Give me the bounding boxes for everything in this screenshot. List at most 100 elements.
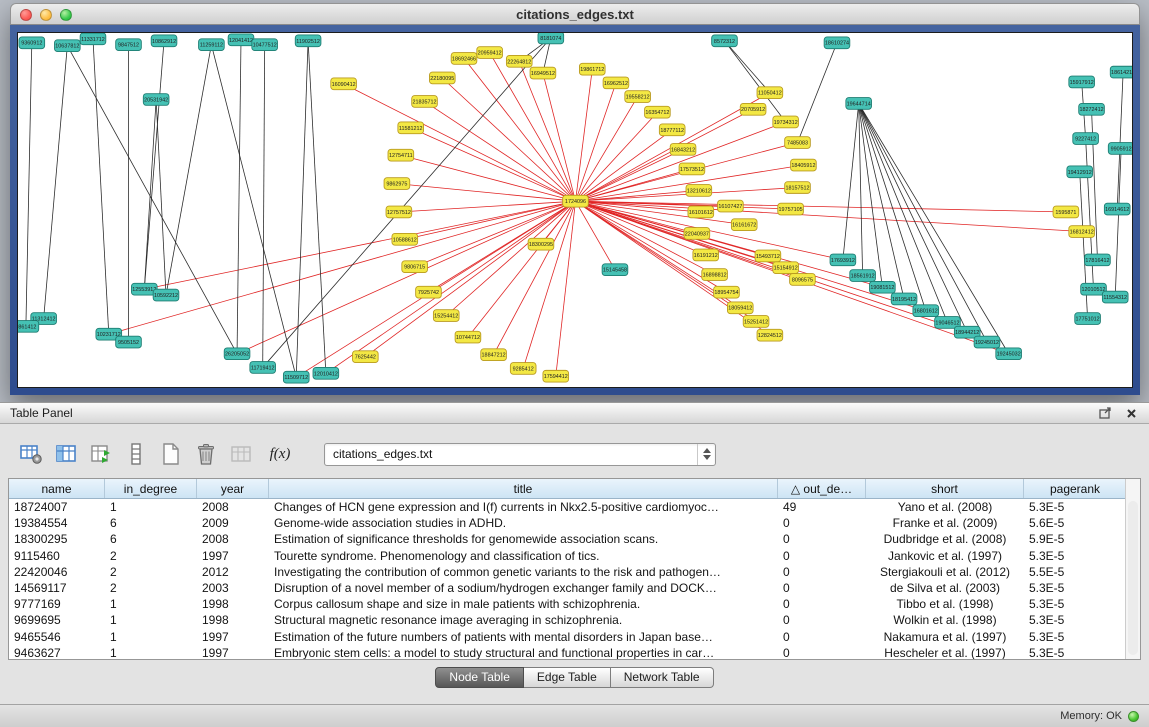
show-columns-icon[interactable] — [53, 441, 79, 467]
edit-columns-icon[interactable] — [88, 441, 114, 467]
graph-node[interactable]: 18847212 — [481, 349, 507, 361]
graph-node[interactable]: 16090412 — [331, 78, 357, 90]
graph-node[interactable]: 19412912 — [1067, 166, 1093, 178]
graph-node[interactable]: 10862912 — [151, 35, 177, 47]
table-row[interactable]: 1938455462009Genome-wide association stu… — [9, 515, 1140, 531]
graph-node[interactable]: 16914612 — [1104, 203, 1130, 215]
table-row[interactable]: 1872400712008Changes of HCN gene express… — [9, 499, 1140, 515]
table-row[interactable]: 946554611997Estimation of the future num… — [9, 629, 1140, 645]
column-header[interactable]: title — [269, 479, 778, 498]
graph-node[interactable]: 11719412 — [250, 362, 276, 374]
graph-node[interactable]: 20531942 — [143, 94, 169, 106]
graph-node[interactable]: 11554312 — [1102, 291, 1128, 303]
graph-node[interactable]: 20959412 — [477, 47, 503, 59]
graph-node[interactable]: 19081512 — [870, 281, 896, 293]
minimize-window-button[interactable] — [40, 9, 52, 21]
window-titlebar[interactable]: citations_edges.txt — [10, 3, 1140, 25]
graph-node[interactable]: 16949512 — [530, 67, 556, 79]
graph-node[interactable]: 16962512 — [603, 77, 629, 89]
graph-node[interactable]: 18157512 — [785, 182, 811, 194]
graph-node[interactable]: 17751012 — [1075, 313, 1101, 325]
graph-node[interactable]: 19245012 — [974, 336, 1000, 348]
table-row[interactable]: 946362711997Embryonic stem cells: a mode… — [9, 645, 1140, 660]
table-row[interactable]: 911546021997Tourette syndrome. Phenomeno… — [9, 548, 1140, 564]
graph-node[interactable]: 10477512 — [252, 39, 278, 51]
graph-node[interactable]: 22264812 — [506, 55, 532, 67]
float-panel-icon[interactable] — [1097, 406, 1113, 420]
row-options-icon[interactable] — [123, 441, 149, 467]
graph-node[interactable]: 13210612 — [686, 185, 712, 197]
graph-node[interactable]: 17573512 — [679, 163, 705, 175]
graph-node[interactable]: 16161672 — [731, 219, 757, 231]
graph-node[interactable]: 7485083 — [785, 137, 811, 149]
graph-node[interactable]: 19757105 — [778, 203, 804, 215]
graph-node[interactable]: 17693912 — [830, 254, 856, 266]
graph-node[interactable]: 19734312 — [773, 116, 799, 128]
graph-node[interactable]: 9847512 — [116, 39, 142, 51]
graph-node[interactable]: 18692466 — [451, 53, 477, 65]
graph-node[interactable]: 16812412 — [1069, 226, 1095, 238]
graph-node[interactable]: 9905912 — [1108, 143, 1132, 155]
zoom-window-button[interactable] — [60, 9, 72, 21]
column-header[interactable]: year — [197, 479, 269, 498]
graph-node[interactable]: 19861712 — [579, 63, 605, 75]
graph-node[interactable]: 20705912 — [740, 103, 766, 115]
close-window-button[interactable] — [20, 9, 32, 21]
graph-node[interactable]: 18300295 — [528, 238, 554, 250]
function-builder-button[interactable]: f(x) — [263, 441, 297, 467]
graph-node[interactable]: 10744712 — [455, 331, 481, 343]
graph-node[interactable]: 10637812 — [55, 40, 81, 52]
table-row[interactable]: 2242004622012Investigating the contribut… — [9, 564, 1140, 580]
graph-node[interactable]: 17816412 — [1085, 254, 1111, 266]
network-canvas[interactable]: 1724096186924662218009521835712115812121… — [17, 32, 1133, 388]
tab-network-table[interactable]: Network Table — [611, 667, 714, 688]
graph-node[interactable]: 12824512 — [757, 329, 783, 341]
graph-node[interactable]: 18059412 — [727, 302, 753, 314]
table-options-icon[interactable] — [18, 441, 44, 467]
graph-node[interactable]: 1595871 — [1053, 206, 1079, 218]
network-graph[interactable]: 1724096186924662218009521835712115812121… — [18, 33, 1132, 387]
graph-node[interactable]: 26205052 — [224, 348, 250, 360]
graph-node[interactable]: 15254412 — [433, 310, 459, 322]
graph-node[interactable]: 18610274 — [824, 37, 850, 49]
graph-node[interactable]: 16898812 — [702, 269, 728, 281]
graph-node[interactable]: 11902512 — [295, 35, 321, 47]
graph-node[interactable]: 19245032 — [996, 348, 1022, 360]
import-table-icon[interactable] — [228, 441, 254, 467]
graph-node[interactable]: 7625442 — [352, 351, 378, 363]
graph-node[interactable]: 17594412 — [543, 370, 569, 382]
graph-node[interactable]: 16101612 — [688, 206, 714, 218]
column-header[interactable]: in_degree — [105, 479, 197, 498]
graph-node[interactable]: 11331712 — [80, 33, 106, 45]
column-header[interactable]: short — [866, 479, 1024, 498]
table-selector-dropdown[interactable]: citations_edges.txt — [324, 443, 716, 466]
graph-node[interactable]: 8572312 — [712, 35, 738, 47]
graph-node[interactable]: 7925742 — [416, 286, 442, 298]
graph-node[interactable]: 18614212 — [1110, 66, 1132, 78]
graph-node[interactable]: 18561912 — [850, 270, 876, 282]
graph-node[interactable]: 9227412 — [1073, 133, 1099, 145]
column-header[interactable]: △ out_de… — [778, 479, 866, 498]
table-row[interactable]: 1830029562008Estimation of significance … — [9, 531, 1140, 547]
graph-node[interactable]: 9862975 — [384, 178, 410, 190]
graph-node[interactable]: 8096575 — [790, 274, 816, 286]
graph-node[interactable]: 15251412 — [743, 316, 769, 328]
graph-node[interactable]: 15154912 — [773, 262, 799, 274]
graph-node[interactable]: 10588612 — [392, 233, 418, 245]
graph-node[interactable]: 16843212 — [670, 144, 696, 156]
graph-node[interactable]: 12754711 — [388, 149, 414, 161]
graph-node[interactable]: 19558212 — [625, 91, 651, 103]
tab-node-table[interactable]: Node Table — [435, 667, 524, 688]
graph-node[interactable]: 22180095 — [429, 72, 455, 84]
graph-node[interactable]: 15917912 — [1069, 76, 1095, 88]
graph-node[interactable]: 11050412 — [757, 87, 783, 99]
graph-node[interactable]: 18272412 — [1079, 103, 1105, 115]
graph-node[interactable]: 12757512 — [386, 206, 412, 218]
table-row[interactable]: 1456911722003Disruption of a novel membe… — [9, 580, 1140, 596]
new-file-icon[interactable] — [158, 441, 184, 467]
table-row[interactable]: 969969511998Structural magnetic resonanc… — [9, 612, 1140, 628]
graph-node[interactable]: 9285412 — [510, 363, 536, 375]
graph-node[interactable]: 11259112 — [199, 39, 225, 51]
graph-node[interactable]: 10592212 — [153, 289, 179, 301]
graph-node[interactable]: 18405912 — [791, 159, 817, 171]
